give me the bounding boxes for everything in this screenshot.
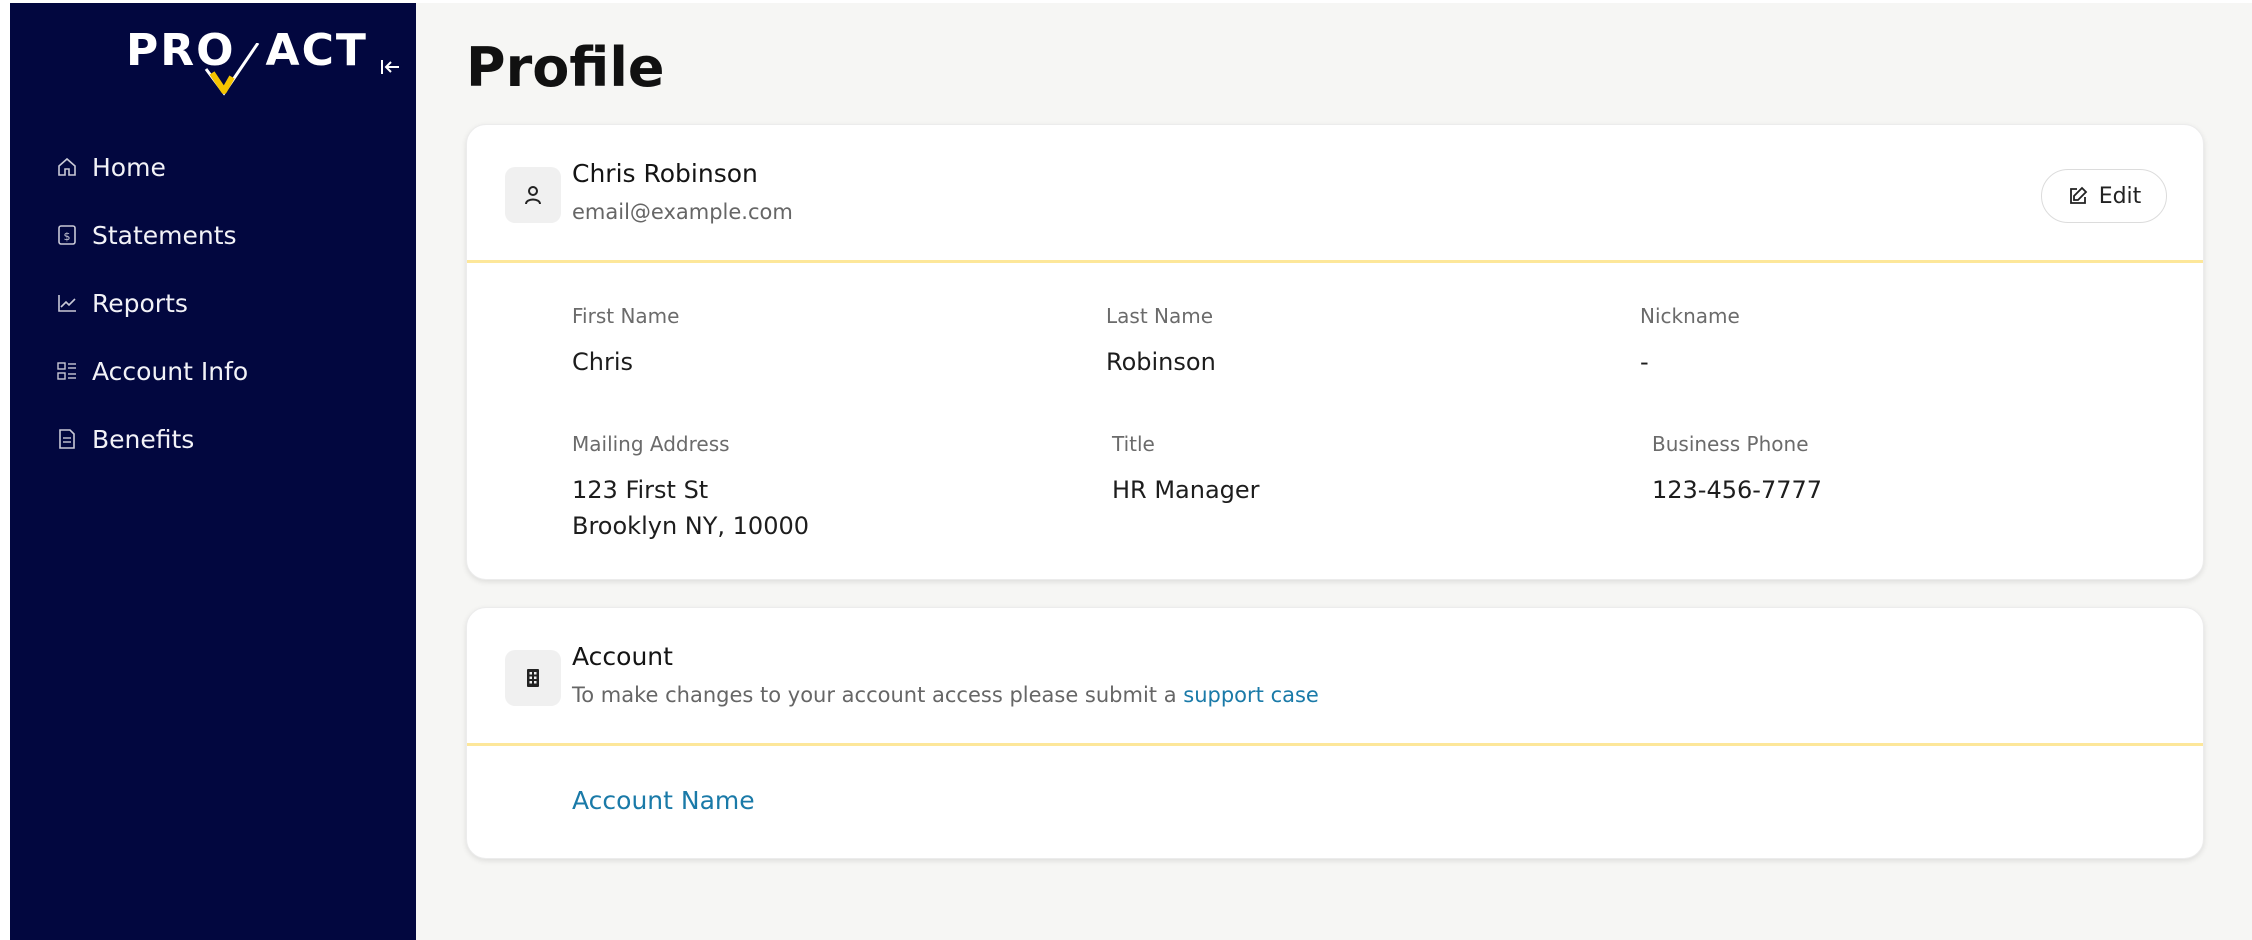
sidebar-item-label: Home	[92, 152, 166, 182]
document-icon	[59, 429, 75, 449]
sidebar-item-label: Reports	[92, 288, 188, 318]
address-line-2: Brooklyn NY, 10000	[572, 512, 809, 540]
sidebar: PRO ACT Home $ Statements Reports Accoun…	[10, 3, 416, 940]
chart-icon	[58, 295, 76, 312]
profile-card: Chris Robinson email@example.com Edit Fi…	[466, 124, 2204, 580]
user-icon	[525, 186, 541, 205]
avatar	[505, 167, 561, 223]
profile-card-header: Chris Robinson email@example.com Edit	[467, 125, 2203, 263]
account-card: Account To make changes to your account …	[466, 607, 2204, 859]
building-icon	[527, 669, 539, 687]
statement-icon: $	[58, 225, 76, 245]
account-icon-box	[505, 650, 561, 706]
field-business-phone: Business Phone 123-456-7777	[1652, 432, 1822, 508]
field-value: Chris	[572, 348, 634, 376]
account-title: Account	[572, 642, 673, 671]
field-first-name: First Name Chris	[572, 304, 679, 380]
edit-button-label: Edit	[2098, 183, 2142, 209]
edit-profile-button[interactable]: Edit	[2041, 169, 2167, 223]
sidebar-item-home[interactable]: Home	[10, 133, 416, 201]
field-value: HR Manager	[1112, 476, 1260, 504]
field-mailing-address: Mailing Address 123 First St Brooklyn NY…	[572, 432, 809, 544]
account-description: To make changes to your account access p…	[572, 683, 1319, 707]
account-info-icon	[57, 362, 76, 380]
sidebar-item-label: Statements	[92, 220, 237, 250]
field-last-name: Last Name Robinson	[1106, 304, 1216, 380]
svg-text:$: $	[64, 230, 71, 243]
field-label: Title	[1112, 432, 1155, 456]
address-line-1: 123 First St	[572, 476, 709, 504]
sidebar-item-statements[interactable]: $ Statements	[10, 201, 416, 269]
sidebar-item-label: Benefits	[92, 424, 195, 454]
field-label: Mailing Address	[572, 432, 730, 456]
sidebar-item-account-info[interactable]: Account Info	[10, 337, 416, 405]
collapse-sidebar-button[interactable]	[370, 47, 410, 87]
account-name-link[interactable]: Account Name	[572, 786, 755, 815]
field-label: Last Name	[1106, 304, 1214, 328]
field-value: 123-456-7777	[1652, 476, 1823, 504]
edit-icon	[2069, 186, 2087, 204]
account-description-text: To make changes to your account access p…	[572, 683, 1184, 707]
field-label: First Name	[572, 304, 680, 328]
checkmark-logo-icon	[204, 43, 260, 96]
logo-text-right: ACT	[265, 25, 368, 76]
profile-email: email@example.com	[572, 200, 793, 224]
home-icon	[58, 157, 76, 176]
field-value: 123 First St Brooklyn NY, 10000	[572, 472, 809, 544]
field-value: -	[1640, 348, 1649, 376]
field-label: Business Phone	[1652, 432, 1809, 456]
proact-logo[interactable]: PRO ACT	[126, 21, 366, 96]
sidebar-item-reports[interactable]: Reports	[10, 269, 416, 337]
page-title: Profile	[466, 36, 665, 99]
field-label: Nickname	[1640, 304, 1740, 328]
field-value: Robinson	[1106, 348, 1216, 376]
support-case-link[interactable]: support case	[1183, 683, 1319, 707]
field-nickname: Nickname -	[1640, 304, 1740, 380]
sidebar-item-label: Account Info	[92, 356, 249, 386]
sidebar-nav: Home $ Statements Reports Account Info B…	[10, 133, 416, 473]
account-card-header: Account To make changes to your account …	[467, 608, 2203, 746]
field-title: Title HR Manager	[1112, 432, 1260, 508]
sidebar-item-benefits[interactable]: Benefits	[10, 405, 416, 473]
profile-name: Chris Robinson	[572, 159, 758, 188]
collapse-left-icon	[381, 60, 399, 74]
